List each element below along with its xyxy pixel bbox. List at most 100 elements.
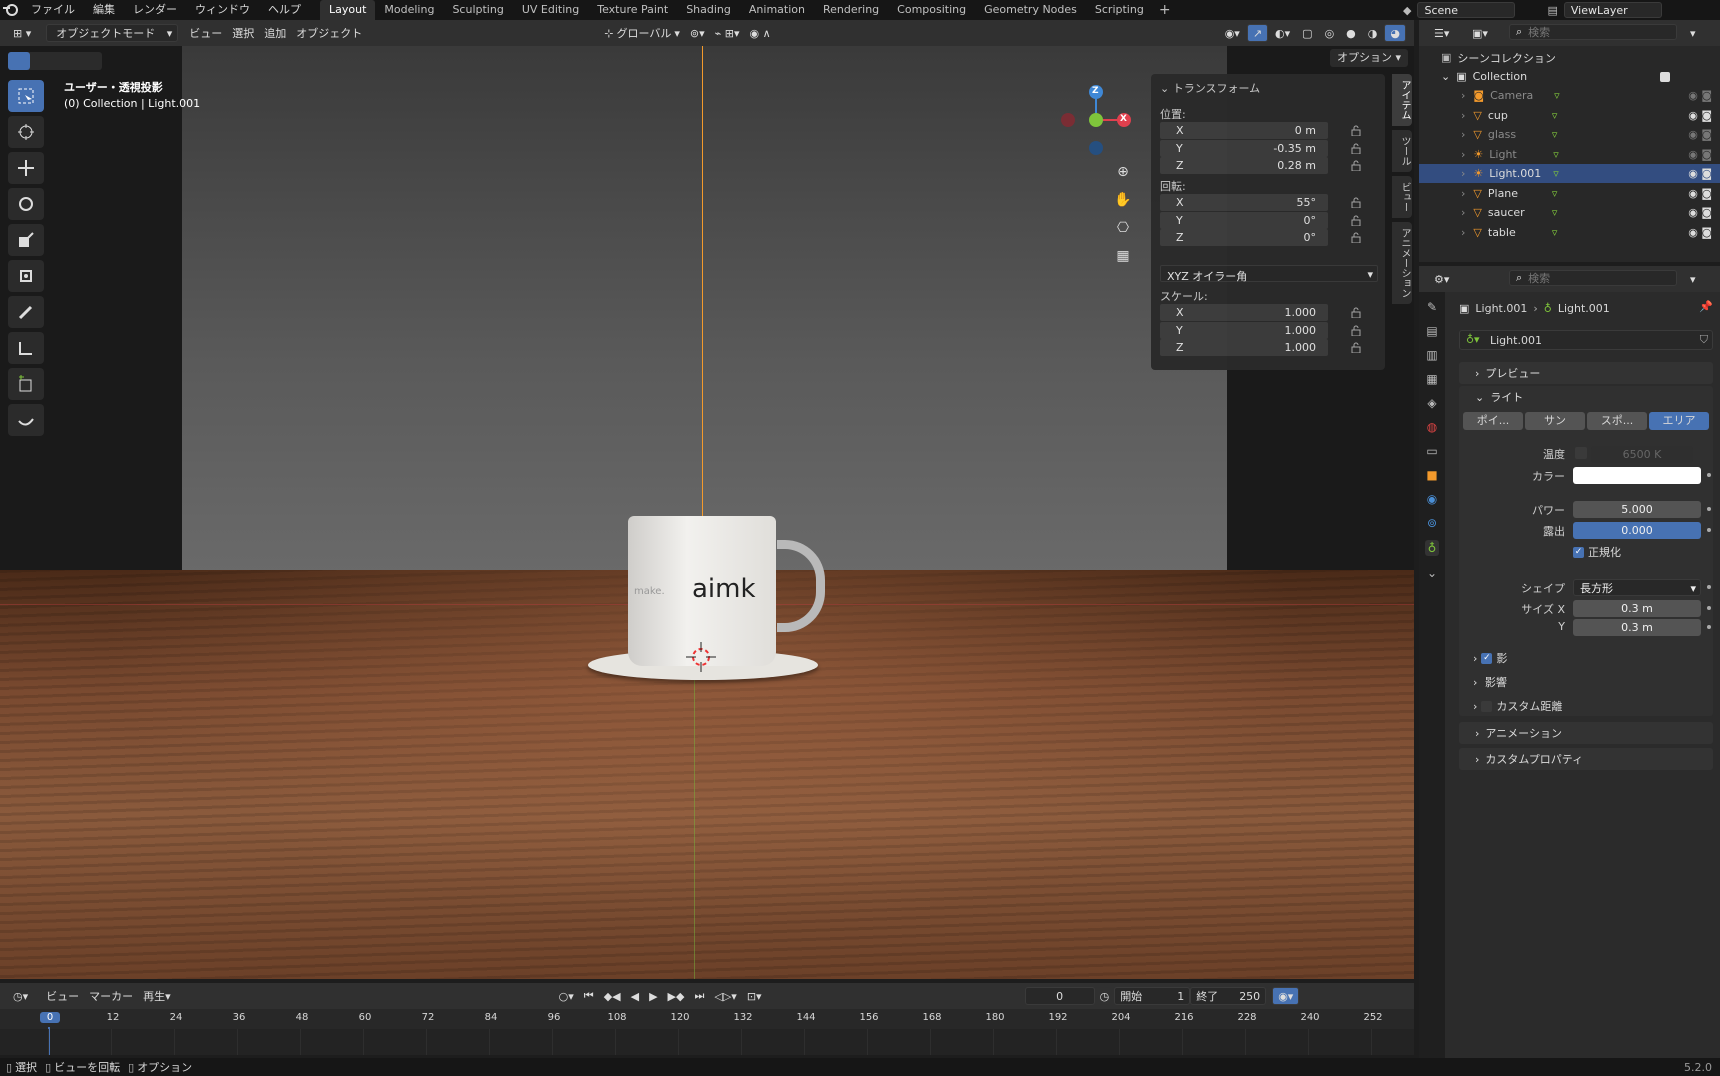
add-workspace-icon[interactable]: + — [1159, 2, 1171, 18]
annotate-tool-icon[interactable] — [8, 296, 44, 328]
timeline-editor-icon[interactable]: ◷▾ — [8, 987, 33, 1005]
proportional-icon[interactable]: ◉ ∧ — [745, 24, 776, 42]
size-x-keyframe-dot[interactable] — [1707, 606, 1711, 610]
menu-file[interactable]: ファイル — [22, 0, 84, 20]
workspace-tab[interactable]: Sculpting — [443, 0, 512, 20]
timeline-area[interactable]: 0 12 24 36 48 60 72 84 96 108 120 132 144 156 168 180 19… — [0, 1009, 1414, 1055]
lock-icon[interactable] — [1351, 307, 1361, 318]
sidebar-tab[interactable]: ビュー — [1392, 176, 1412, 218]
workspace-tab[interactable]: Texture Paint — [588, 0, 677, 20]
datablock-selector[interactable]: ♁▾ Light.001 ⛉ — [1459, 330, 1713, 350]
shape-keyframe-dot[interactable] — [1707, 585, 1711, 589]
light-type-button[interactable]: スポ... — [1587, 412, 1647, 430]
xray-icon[interactable]: ▢ — [1297, 24, 1317, 42]
jump-start-icon[interactable]: ⏮ — [579, 987, 599, 1005]
scene-collection-row[interactable]: ▣ シーンコレクション — [1419, 48, 1720, 67]
light-type-button[interactable]: エリア — [1649, 412, 1709, 430]
influence-subpanel[interactable]: › 影響 — [1473, 674, 1507, 690]
visibility-eye-icon[interactable]: ◉ ◙ — [1688, 187, 1712, 200]
visibility-eye-icon[interactable]: ◉ ◙ — [1688, 226, 1712, 239]
orientation-dropdown[interactable]: ⊹ グローバル ▾ — [599, 24, 685, 42]
filter-icon[interactable]: ▾ — [1685, 24, 1701, 42]
lock-icon[interactable] — [1351, 197, 1361, 208]
viewlayer-selector[interactable]: ViewLayer — [1563, 2, 1662, 18]
lock-icon[interactable] — [1351, 325, 1361, 336]
light-data-tab-icon[interactable]: ♁ — [1424, 540, 1440, 556]
power-field[interactable]: 5.000 — [1573, 501, 1701, 518]
preview-section[interactable]: › プレビュー — [1459, 362, 1713, 384]
sidebar-tab[interactable]: アイテム — [1392, 74, 1412, 126]
select-invert-icon[interactable] — [74, 52, 96, 70]
expand-icon[interactable]: › — [1461, 109, 1465, 122]
scale-y-field[interactable]: Y 1.000 — [1160, 321, 1328, 339]
physics-tab-icon[interactable]: ◉ — [1427, 492, 1437, 506]
size-y-keyframe-dot[interactable] — [1707, 625, 1711, 629]
expand-icon[interactable]: › — [1461, 148, 1465, 161]
collection-checkbox[interactable] — [1660, 71, 1670, 82]
color-keyframe-dot[interactable] — [1707, 473, 1711, 477]
expand-icon[interactable]: › — [1461, 167, 1465, 180]
workspace-tab[interactable]: Shading — [677, 0, 740, 20]
shading-rendered-icon[interactable]: ◕ — [1384, 24, 1406, 42]
camera-view-icon[interactable]: ⎔ — [1110, 220, 1136, 248]
shape-dropdown[interactable]: 長方形 ▾ — [1573, 579, 1701, 596]
expand-icon[interactable]: › — [1461, 187, 1465, 200]
select-new-icon[interactable] — [8, 52, 30, 70]
workspace-tab[interactable]: Geometry Nodes — [975, 0, 1086, 20]
display-mode-icon[interactable]: ▣▾ — [1467, 24, 1493, 42]
outliner-item-light[interactable]: › ☀ Light ▿ ◉ ◙ — [1419, 145, 1720, 164]
lock-icon[interactable] — [1351, 232, 1361, 243]
size-x-field[interactable]: 0.3 m — [1573, 600, 1701, 617]
size-y-field[interactable]: 0.3 m — [1573, 619, 1701, 636]
rotate-tool-icon[interactable] — [8, 188, 44, 220]
custom-distance-subpanel[interactable]: › カスタム距離 — [1473, 698, 1562, 714]
measure-tool-icon[interactable] — [8, 332, 44, 364]
expand-icon[interactable]: › — [1461, 128, 1465, 141]
clock-icon[interactable]: ◷ — [1095, 987, 1115, 1005]
scale-tool-icon[interactable] — [8, 224, 44, 256]
workspace-tab[interactable]: Compositing — [888, 0, 975, 20]
rotation-x-field[interactable]: X 55° — [1160, 194, 1328, 211]
menu-help[interactable]: ヘルプ — [259, 0, 310, 20]
exposure-field[interactable]: 0.000 — [1573, 522, 1701, 539]
outliner-item-cup[interactable]: › ▽ cup ▿ ◉ ◙ — [1419, 106, 1720, 125]
visibility-eye-icon[interactable]: ◉ ◙ — [1688, 109, 1712, 122]
zoom-icon[interactable]: ⊕ — [1110, 164, 1136, 192]
timeline-playback-menu[interactable]: 再生 ▾ — [138, 987, 176, 1005]
workspace-tab[interactable]: UV Editing — [513, 0, 588, 20]
menu-render[interactable]: レンダー — [124, 0, 186, 20]
subframe-icon[interactable]: ◁▷▾ — [709, 987, 741, 1005]
properties-editor-icon[interactable]: ⚙▾ — [1429, 270, 1454, 288]
lock-icon[interactable] — [1351, 160, 1361, 171]
options-dropdown[interactable]: オプション ▾ — [1330, 49, 1408, 67]
add-menu[interactable]: 追加 — [259, 24, 291, 42]
workspace-tab[interactable]: Rendering — [814, 0, 888, 20]
rotation-y-field[interactable]: Y 0° — [1160, 211, 1328, 229]
properties-search[interactable]: ⌕ 検索 — [1509, 270, 1677, 286]
view-layer-tab-icon[interactable]: ▦ — [1426, 372, 1437, 386]
rotation-mode-dropdown[interactable]: XYZ オイラー角 ▾ — [1160, 265, 1378, 283]
lock-icon[interactable] — [1351, 215, 1361, 226]
expand-icon[interactable]: › — [1461, 226, 1465, 239]
scale-x-field[interactable]: X 1.000 — [1160, 304, 1328, 321]
outliner-item-plane[interactable]: › ▽ Plane ▿ ◉ ◙ — [1419, 184, 1720, 203]
sidebar-tab[interactable]: アニメーション — [1392, 222, 1412, 304]
visibility-eye-icon[interactable]: ◉ ◙ — [1688, 128, 1712, 141]
pivot-icon[interactable]: ⊚▾ — [685, 24, 710, 42]
move-tool-icon[interactable] — [8, 152, 44, 184]
expand-icon[interactable]: › — [1461, 206, 1465, 219]
shading-solid-icon[interactable]: ● — [1341, 24, 1361, 42]
curve-tool-icon[interactable] — [8, 404, 44, 436]
pin-icon[interactable]: 📌 — [1699, 300, 1713, 313]
lock-icon[interactable] — [1351, 125, 1361, 136]
properties-options-icon[interactable]: ▾ — [1685, 270, 1701, 288]
object-menu[interactable]: オブジェクト — [291, 24, 367, 42]
workspace-tab[interactable]: Scripting — [1086, 0, 1153, 20]
collection-row[interactable]: ⌄ ▣ Collection — [1419, 67, 1720, 86]
editor-type-button[interactable]: ⊞ ▾ — [8, 24, 36, 42]
menu-window[interactable]: ウィンドウ — [186, 0, 259, 20]
outliner-item-table[interactable]: › ▽ table ▿ ◉ ◙ — [1419, 223, 1720, 242]
shading-wire-icon[interactable]: ◎ — [1320, 24, 1340, 42]
menu-edit[interactable]: 編集 — [84, 0, 124, 20]
select-subtract-icon[interactable] — [52, 52, 74, 70]
